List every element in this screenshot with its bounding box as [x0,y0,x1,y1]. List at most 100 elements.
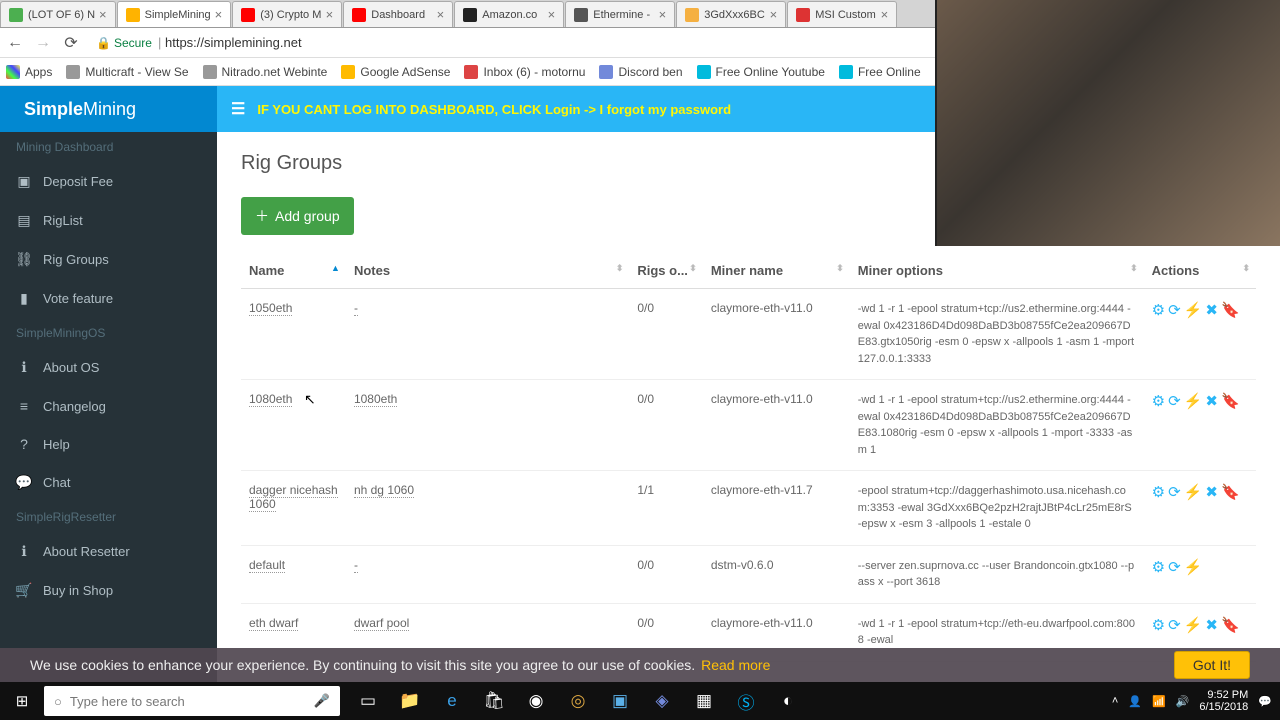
obs-icon[interactable]: ◐ [768,682,808,720]
group-name[interactable]: dagger nicehash 1060 [249,483,338,512]
edge-icon[interactable]: e [432,682,472,720]
action-icon[interactable]: ✖ [1205,302,1218,319]
bookmark-item[interactable]: Inbox (6) - motornu [464,65,585,79]
group-notes[interactable]: 1080eth [354,392,397,407]
sidebar-item[interactable]: ⛓Rig Groups [0,240,217,279]
group-name[interactable]: 1080eth [249,392,292,407]
people-icon[interactable]: 👤 [1128,695,1142,708]
col-opts[interactable]: Miner options⬍ [850,253,1144,289]
group-name[interactable]: 1050eth [249,301,292,316]
close-icon[interactable]: × [433,7,445,22]
close-icon[interactable]: × [95,7,107,22]
action-icon[interactable]: ⟳ [1168,559,1181,576]
close-icon[interactable]: × [211,7,223,22]
add-group-button[interactable]: ＋Add group [241,197,354,235]
bookmark-item[interactable]: Discord ben [599,65,682,79]
cookie-accept-button[interactable]: Got It! [1174,651,1250,679]
sidebar-item[interactable]: ℹAbout Resetter [0,532,217,571]
col-name[interactable]: Name▲ [241,253,346,289]
volume-icon[interactable]: 🔊 [1176,695,1190,708]
action-icon[interactable]: ⟳ [1168,302,1181,319]
chrome-icon[interactable]: ◉ [516,682,556,720]
bookmark-item[interactable]: Nitrado.net Webinte [203,65,328,79]
action-icon[interactable]: ⚙ [1152,559,1165,576]
skype-icon[interactable]: Ⓢ [726,682,766,720]
group-notes[interactable]: dwarf pool [354,616,409,631]
browser-tab[interactable]: Amazon.co× [454,1,564,27]
action-icon[interactable]: 🔖 [1221,617,1240,634]
sidebar-item[interactable]: ℹAbout OS [0,348,217,387]
store-icon[interactable]: 🛍 [474,682,514,720]
action-icon[interactable]: ⟳ [1168,393,1181,410]
action-icon[interactable]: 🔖 [1221,484,1240,501]
close-icon[interactable]: × [766,7,778,22]
action-icon[interactable]: ✖ [1205,617,1218,634]
notifications-icon[interactable]: 💬 [1258,695,1272,708]
start-button[interactable]: ⊞ [0,682,44,720]
browser-tab[interactable]: MSI Custom× [787,1,897,27]
sidebar-item[interactable]: ▮Vote feature [0,279,217,318]
group-notes[interactable]: - [354,558,358,573]
col-notes[interactable]: Notes⬍ [346,253,629,289]
action-icon[interactable]: ⚙ [1152,393,1165,410]
browser-tab[interactable]: Ethermine -× [565,1,675,27]
browser-tab[interactable]: SimpleMining× [117,1,232,27]
action-icon[interactable]: 🔖 [1221,302,1240,319]
apps-button[interactable]: Apps [6,65,52,79]
action-icon[interactable]: ⚙ [1152,484,1165,501]
bookmark-item[interactable]: Google AdSense [341,65,450,79]
col-miner[interactable]: Miner name⬍ [703,253,850,289]
action-icon[interactable]: ⚡ [1184,559,1203,576]
task-view-icon[interactable]: ▭ [348,682,388,720]
sidebar-item[interactable]: ▤RigList [0,201,217,240]
action-icon[interactable]: 🔖 [1221,393,1240,410]
app-icon[interactable]: ◎ [558,682,598,720]
browser-tab[interactable]: Dashboard× [343,1,453,27]
action-icon[interactable]: ⟳ [1168,617,1181,634]
close-icon[interactable]: × [544,7,556,22]
menu-toggle-icon[interactable]: ☰ [231,99,245,119]
group-notes[interactable]: - [354,301,358,316]
action-icon[interactable]: ✖ [1205,393,1218,410]
sidebar-item[interactable]: 💬Chat [0,463,217,502]
action-icon[interactable]: ⚡ [1184,617,1203,634]
col-actions[interactable]: Actions⬍ [1144,253,1256,289]
action-icon[interactable]: ⚙ [1152,302,1165,319]
group-name[interactable]: default [249,558,285,573]
calculator-icon[interactable]: ▦ [684,682,724,720]
col-rigs[interactable]: Rigs o...⬍ [629,253,702,289]
action-icon[interactable]: ⟳ [1168,484,1181,501]
explorer-icon[interactable]: 📁 [390,682,430,720]
network-icon[interactable]: 📶 [1152,695,1166,708]
action-icon[interactable]: ⚙ [1152,617,1165,634]
mic-icon[interactable]: 🎤 [314,693,330,709]
discord-icon[interactable]: ◈ [642,682,682,720]
action-icon[interactable]: ⚡ [1184,302,1203,319]
clock[interactable]: 9:52 PM6/15/2018 [1199,689,1248,713]
close-icon[interactable]: × [877,7,889,22]
reload-button[interactable]: ⟳ [62,34,80,52]
sidebar-item[interactable]: ▣Deposit Fee [0,162,217,201]
close-icon[interactable]: × [322,7,334,22]
bookmark-item[interactable]: Multicraft - View Se [66,65,188,79]
sidebar-item[interactable]: 🛒Buy in Shop [0,571,217,610]
action-icon[interactable]: ⚡ [1184,393,1203,410]
taskbar-search[interactable]: ○ Type here to search 🎤 [44,686,340,716]
cookie-read-more-link[interactable]: Read more [701,657,770,673]
group-name[interactable]: eth dwarf [249,616,298,631]
browser-tab[interactable]: (LOT OF 6) N× [0,1,116,27]
action-icon[interactable]: ⚡ [1184,484,1203,501]
bookmark-item[interactable]: Free Online Youtube [697,65,825,79]
app-icon[interactable]: ▣ [600,682,640,720]
action-icon[interactable]: ✖ [1205,484,1218,501]
tray-up-icon[interactable]: ˄ [1112,695,1118,707]
back-button[interactable]: ← [6,34,24,52]
browser-tab[interactable]: 3GdXxx6BC× [676,1,786,27]
close-icon[interactable]: × [655,7,667,22]
forward-button[interactable]: → [34,34,52,52]
sidebar-item[interactable]: ?Help [0,425,217,463]
bookmark-item[interactable]: Free Online [839,65,921,79]
sidebar-item[interactable]: ≡Changelog [0,387,217,425]
group-notes[interactable]: nh dg 1060 [354,483,414,498]
browser-tab[interactable]: (3) Crypto M× [232,1,342,27]
